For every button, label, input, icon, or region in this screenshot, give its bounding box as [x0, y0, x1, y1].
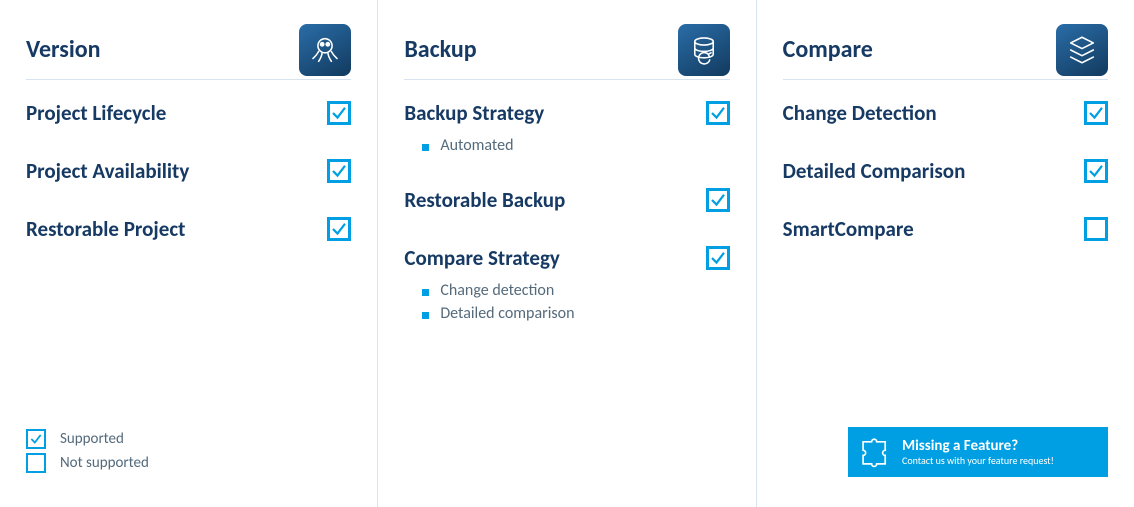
supported-checkbox	[327, 159, 351, 183]
supported-checkbox	[706, 188, 730, 212]
octopus-icon	[299, 24, 351, 76]
column-compare-header: Compare	[783, 20, 1108, 80]
not-supported-checkbox	[1084, 217, 1108, 241]
feature-label: Project Lifecycle	[26, 100, 327, 126]
feature-row: Compare Strategy	[404, 243, 729, 273]
legend-supported-label: Supported	[60, 430, 124, 448]
column-version-header: Version	[26, 20, 351, 80]
feature-sublist: Change detection Detailed comparison	[422, 279, 729, 325]
supported-checkbox	[706, 101, 730, 125]
sublist-item: Automated	[422, 134, 729, 157]
cta-title: Missing a Feature?	[902, 438, 1054, 455]
supported-checkbox	[327, 217, 351, 241]
feature-change-detection: Change Detection	[783, 98, 1108, 128]
feature-label: Restorable Backup	[404, 187, 705, 213]
legend: Supported Not supported	[26, 425, 149, 477]
missing-feature-cta[interactable]: Missing a Feature? Contact us with your …	[848, 427, 1108, 477]
column-version: Version Project Lifecycle	[0, 0, 377, 507]
feature-label: Project Availability	[26, 158, 327, 184]
feature-row: Detailed Comparison	[783, 156, 1108, 186]
column-backup: Backup Backup Strategy Automated	[377, 0, 755, 507]
feature-restorable-project: Restorable Project	[26, 214, 351, 244]
feature-row: Project Lifecycle	[26, 98, 351, 128]
layers-icon	[1056, 24, 1108, 76]
feature-compare-strategy: Compare Strategy Change detection Detail…	[404, 243, 729, 325]
supported-checkbox	[706, 246, 730, 270]
feature-label: Backup Strategy	[404, 100, 705, 126]
supported-checkbox	[327, 101, 351, 125]
feature-backup-strategy: Backup Strategy Automated	[404, 98, 729, 157]
feature-row: Change Detection	[783, 98, 1108, 128]
feature-smartcompare: SmartCompare	[783, 214, 1108, 244]
legend-not-supported-label: Not supported	[60, 454, 149, 472]
column-backup-header: Backup	[404, 20, 729, 80]
feature-label: SmartCompare	[783, 216, 1084, 242]
column-version-title: Version	[26, 35, 101, 64]
cta-subtitle: Contact us with your feature request!	[902, 455, 1054, 466]
feature-row: Project Availability	[26, 156, 351, 186]
supported-checkbox	[1084, 159, 1108, 183]
feature-label: Change Detection	[783, 100, 1084, 126]
feature-row: Restorable Backup	[404, 185, 729, 215]
feature-row: Backup Strategy	[404, 98, 729, 128]
cta-text-group: Missing a Feature? Contact us with your …	[902, 438, 1054, 466]
feature-detailed-comparison: Detailed Comparison	[783, 156, 1108, 186]
feature-restorable-backup: Restorable Backup	[404, 185, 729, 215]
feature-project-availability: Project Availability	[26, 156, 351, 186]
feature-row: SmartCompare	[783, 214, 1108, 244]
legend-supported: Supported	[26, 429, 149, 449]
sublist-item: Change detection	[422, 279, 729, 302]
feature-matrix: Version Project Lifecycle	[0, 0, 1134, 507]
feature-label: Detailed Comparison	[783, 158, 1084, 184]
feature-sublist: Automated	[422, 134, 729, 157]
feature-label: Restorable Project	[26, 216, 327, 242]
feature-label: Compare Strategy	[404, 245, 705, 271]
feature-project-lifecycle: Project Lifecycle	[26, 98, 351, 128]
sublist-item: Detailed comparison	[422, 302, 729, 325]
database-refresh-icon	[678, 24, 730, 76]
supported-checkbox	[1084, 101, 1108, 125]
puzzle-icon	[858, 435, 892, 469]
column-backup-title: Backup	[404, 35, 476, 64]
column-compare: Compare Change Detection Detailed Compar…	[756, 0, 1134, 507]
legend-not-supported: Not supported	[26, 453, 149, 473]
column-compare-title: Compare	[783, 35, 873, 64]
feature-row: Restorable Project	[26, 214, 351, 244]
legend-not-supported-icon	[26, 453, 46, 473]
legend-supported-icon	[26, 429, 46, 449]
